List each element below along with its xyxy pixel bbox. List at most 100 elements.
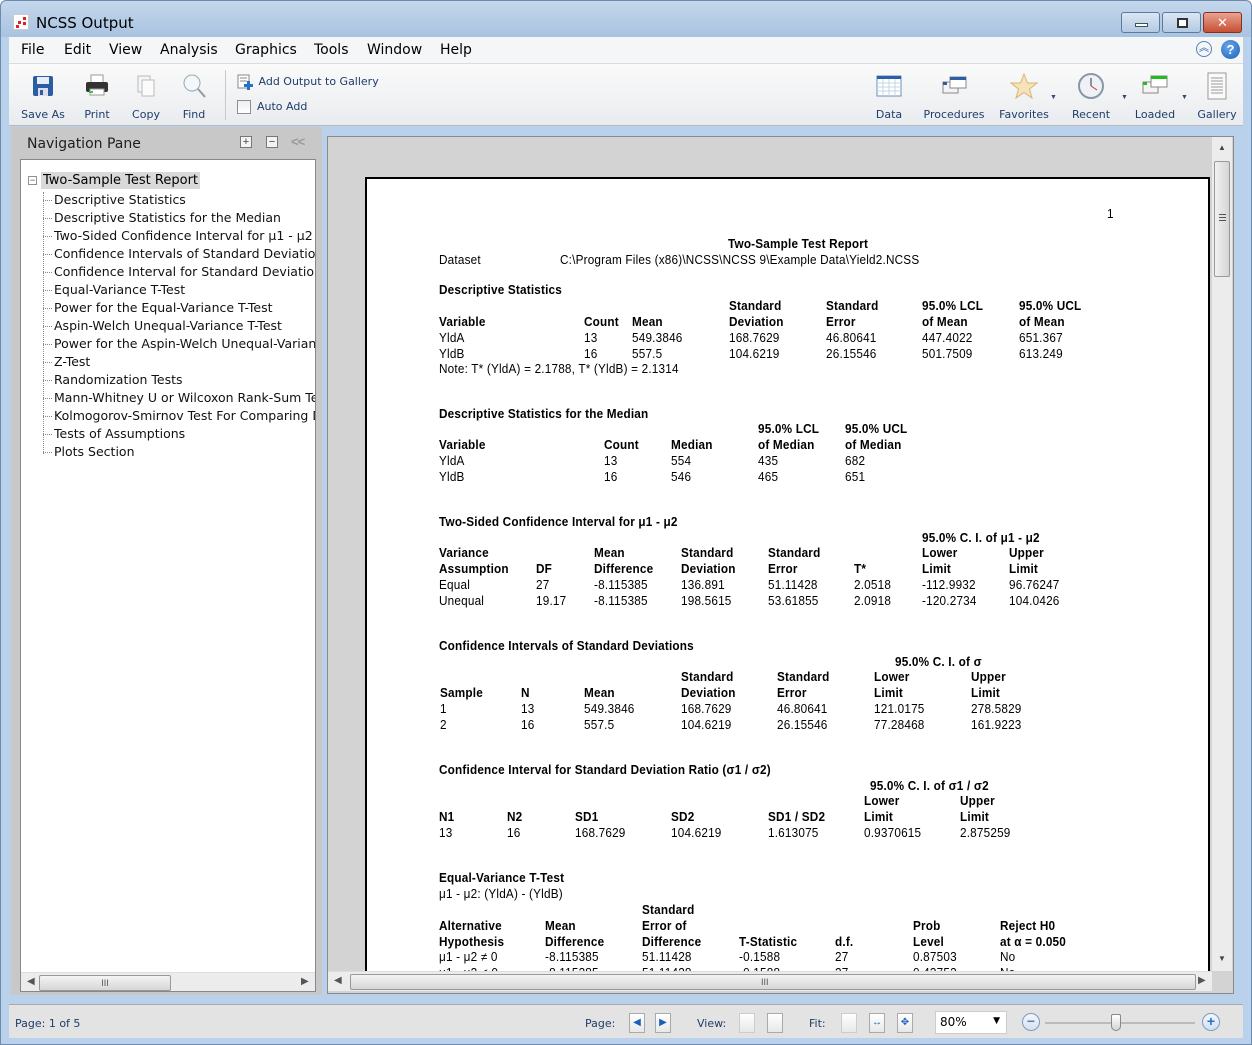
scroll-left-icon[interactable]: ◀	[334, 975, 342, 986]
nav-tree-item[interactable]: Confidence Intervals of Standard Deviati…	[43, 246, 315, 261]
scroll-down-icon[interactable]: ▼	[1218, 954, 1226, 963]
column-header: Difference	[545, 935, 605, 949]
table-cell: 651.367	[1019, 331, 1063, 345]
fit-label: Fit:	[809, 1017, 826, 1030]
column-header: 95.0% LCL	[758, 422, 820, 436]
column-header: Sample	[440, 686, 483, 700]
zoom-slider-thumb[interactable]	[1110, 1014, 1121, 1031]
report-vertical-scrollbar[interactable]: ▲ ▼	[1212, 137, 1232, 971]
table-cell: 2.875259	[960, 826, 1011, 840]
column-header: Median	[671, 438, 713, 452]
data-button[interactable]: Data	[871, 64, 907, 126]
menu-graphics[interactable]: Graphics	[235, 42, 297, 58]
print-button[interactable]: Print	[75, 64, 119, 126]
gallery-button[interactable]: Gallery	[1197, 64, 1237, 126]
scroll-left-icon[interactable]: ◀	[27, 976, 35, 987]
minimize-button[interactable]	[1121, 12, 1160, 33]
add-output-to-gallery-button[interactable]: Add Output to Gallery	[237, 74, 379, 90]
menu-help[interactable]: Help	[440, 42, 472, 58]
table-cell: 161.9223	[971, 717, 1022, 732]
menu-analysis[interactable]: Analysis	[160, 42, 218, 58]
table-cell: 104.6219	[681, 717, 732, 732]
nav-tree-item[interactable]: Kolmogorov-Smirnov Test For Comparing Di…	[43, 408, 315, 423]
column-header: Standard	[681, 670, 734, 684]
nav-tree-item[interactable]: Descriptive Statistics for the Median	[43, 210, 281, 225]
zoom-in-button[interactable]: +	[1202, 1013, 1220, 1031]
table-cell: 27	[536, 578, 550, 592]
menu-edit[interactable]: Edit	[64, 42, 91, 58]
zoom-out-button[interactable]: −	[1022, 1013, 1040, 1031]
column-header: DF	[536, 562, 553, 576]
copy-button[interactable]: Copy	[125, 64, 167, 126]
nav-horizontal-scrollbar[interactable]: ◀ III ▶	[21, 972, 315, 991]
nav-tree-item[interactable]: Descriptive Statistics	[43, 192, 186, 207]
scroll-up-icon[interactable]: ▲	[1218, 143, 1226, 152]
nav-tree-item[interactable]: Randomization Tests	[43, 372, 183, 387]
hide-pane-icon[interactable]: <<	[291, 134, 305, 149]
table-cell: 136.891	[681, 578, 725, 592]
zoom-level-dropdown[interactable]: 80% ▼	[935, 1011, 1007, 1034]
scrollbar-thumb[interactable]: III	[350, 974, 1196, 990]
dropdown-arrow-icon[interactable]: ▼	[1181, 94, 1188, 101]
expand-all-icon[interactable]: +	[240, 136, 252, 148]
nav-tree-item[interactable]: Two-Sided Confidence Interval for μ1 - μ…	[43, 228, 313, 243]
column-header: Assumption	[439, 562, 509, 576]
menu-view[interactable]: View	[109, 42, 142, 58]
save-as-button[interactable]: Save As	[17, 64, 69, 126]
fit-page-button[interactable]	[841, 1013, 857, 1033]
auto-add-checkbox[interactable]: Auto Add	[237, 100, 307, 114]
dropdown-arrow-icon[interactable]: ▼	[1121, 94, 1128, 101]
report-horizontal-scrollbar[interactable]: ◀ III ▶	[328, 971, 1212, 991]
nav-tree-item[interactable]: Z-Test	[43, 354, 90, 369]
loaded-windows-icon	[1142, 75, 1168, 94]
next-page-button[interactable]: ▶	[655, 1013, 671, 1033]
nav-tree-item[interactable]: Confidence Interval for Standard Deviati…	[43, 264, 315, 279]
view-two-page-button[interactable]	[739, 1013, 755, 1033]
menu-tools[interactable]: Tools	[314, 42, 349, 58]
column-header: Lower	[864, 794, 900, 808]
fit-all-button[interactable]: ✥	[897, 1013, 913, 1033]
scrollbar-thumb[interactable]	[1214, 161, 1230, 277]
find-button[interactable]: Find	[173, 64, 215, 126]
nav-tree-item[interactable]: Power for the Aspin-Welch Unequal-Varian…	[43, 336, 315, 351]
table-cell: 27	[835, 950, 849, 964]
favorites-button[interactable]: ▼ Favorites	[993, 64, 1057, 126]
nav-tree-item[interactable]: Mann-Whitney U or Wilcoxon Rank-Sum Test	[43, 390, 315, 405]
table-cell: No	[1000, 950, 1016, 964]
procedures-button[interactable]: Procedures	[923, 64, 985, 126]
spreadsheet-icon	[876, 75, 902, 97]
dropdown-arrow-icon[interactable]: ▼	[1050, 94, 1057, 101]
collapse-ribbon-icon[interactable]: ︽	[1196, 41, 1212, 57]
column-header: Mean	[632, 315, 663, 329]
nav-tree-item[interactable]: Power for the Equal-Variance T-Test	[43, 300, 273, 315]
table-cell: 0.9370615	[864, 826, 922, 840]
checkbox-icon[interactable]	[237, 100, 251, 114]
title-bar: NCSS Output ✕	[1, 1, 1251, 37]
nav-tree-item[interactable]: Equal-Variance T-Test	[43, 282, 185, 297]
column-header: of Median	[758, 438, 815, 452]
previous-page-button[interactable]: ◀	[629, 1013, 645, 1033]
collapse-all-icon[interactable]: −	[266, 136, 278, 148]
help-icon[interactable]: ?	[1221, 40, 1240, 59]
fit-width-button[interactable]: ↔	[869, 1013, 885, 1033]
column-header: Count	[584, 315, 619, 329]
close-button[interactable]: ✕	[1203, 12, 1242, 33]
column-header: Prob	[913, 919, 941, 933]
menu-file[interactable]: File	[21, 42, 44, 58]
maximize-button[interactable]	[1162, 12, 1201, 33]
loaded-button[interactable]: ▼ Loaded	[1129, 64, 1188, 126]
scrollbar-thumb[interactable]: III	[39, 975, 171, 991]
table-cell: YldB	[439, 346, 465, 361]
tree-collapse-icon[interactable]: −	[28, 176, 37, 186]
nav-tree-item[interactable]: Tests of Assumptions	[43, 426, 185, 441]
scroll-right-icon[interactable]: ▶	[301, 976, 309, 987]
table-cell: 121.0175	[874, 702, 925, 716]
tree-root-item[interactable]: − Two-Sample Test Report	[28, 172, 201, 189]
scrollbar-grip-icon	[1219, 214, 1226, 215]
menu-window[interactable]: Window	[367, 42, 422, 58]
recent-button[interactable]: ▼ Recent	[1063, 64, 1128, 126]
nav-tree-item[interactable]: Plots Section	[43, 444, 135, 459]
nav-tree-item[interactable]: Aspin-Welch Unequal-Variance T-Test	[43, 318, 282, 333]
view-continuous-button[interactable]	[767, 1013, 783, 1033]
scroll-right-icon[interactable]: ▶	[1198, 975, 1206, 986]
